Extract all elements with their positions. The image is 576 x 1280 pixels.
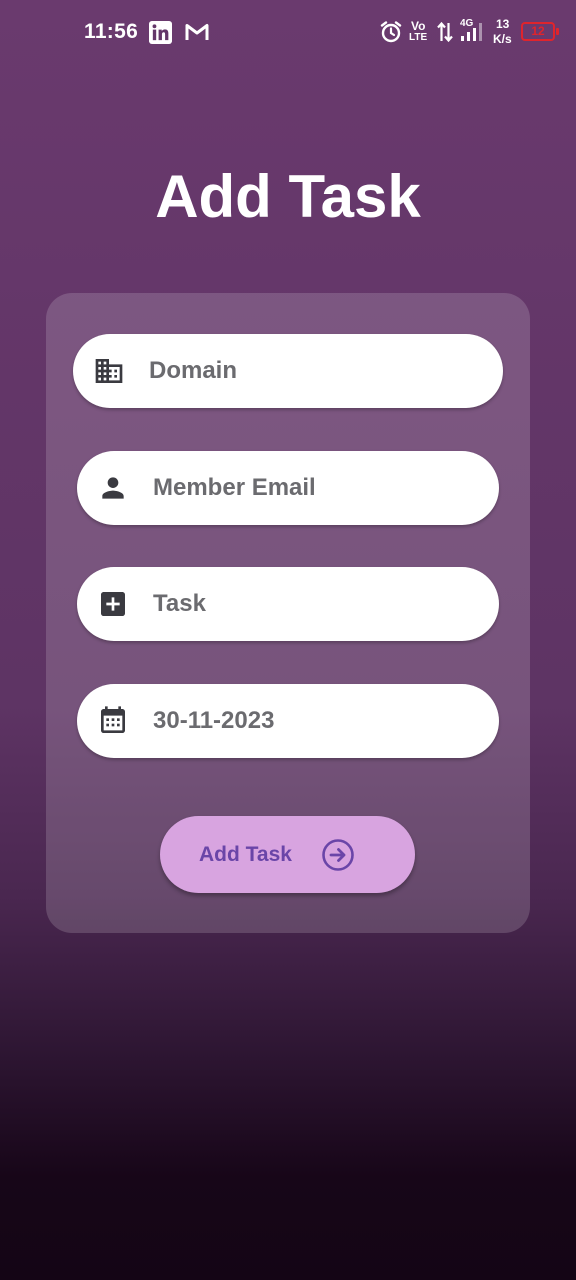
member-email-field[interactable]: Member Email [77, 451, 499, 525]
battery-icon: 12 [521, 22, 559, 41]
volte-bottom: LTE [409, 32, 428, 43]
member-email-placeholder: Member Email [153, 474, 316, 501]
calendar-icon [97, 705, 129, 737]
data-transfer-icon [437, 21, 453, 48]
battery-level: 12 [531, 24, 545, 38]
add-box-icon [97, 588, 129, 620]
building-icon [93, 355, 125, 387]
gmail-icon [185, 23, 209, 47]
date-field[interactable]: 30-11-2023 [77, 684, 499, 758]
arrow-circle-right-icon [321, 838, 355, 872]
volte-top: Vo [411, 19, 426, 33]
task-field[interactable]: Task [77, 567, 499, 641]
status-time: 11:56 [84, 20, 139, 43]
network-rate-value: 13 [496, 17, 510, 31]
domain-field[interactable]: Domain [73, 334, 503, 408]
add-task-button-label: Add Task [199, 843, 292, 866]
network-rate-unit: K/s [493, 32, 512, 46]
date-value: 30-11-2023 [153, 707, 275, 734]
add-task-button[interactable]: Add Task [160, 816, 415, 893]
page-title: Add Task [155, 163, 421, 230]
linkedin-icon [149, 21, 172, 49]
status-bar: 11:56 Vo LTE 4G 13 K/s 12 [0, 0, 576, 64]
task-placeholder: Task [153, 590, 206, 617]
domain-placeholder: Domain [149, 357, 238, 384]
person-icon [97, 472, 129, 504]
alarm-icon [379, 20, 403, 49]
signal-icon [459, 22, 485, 47]
